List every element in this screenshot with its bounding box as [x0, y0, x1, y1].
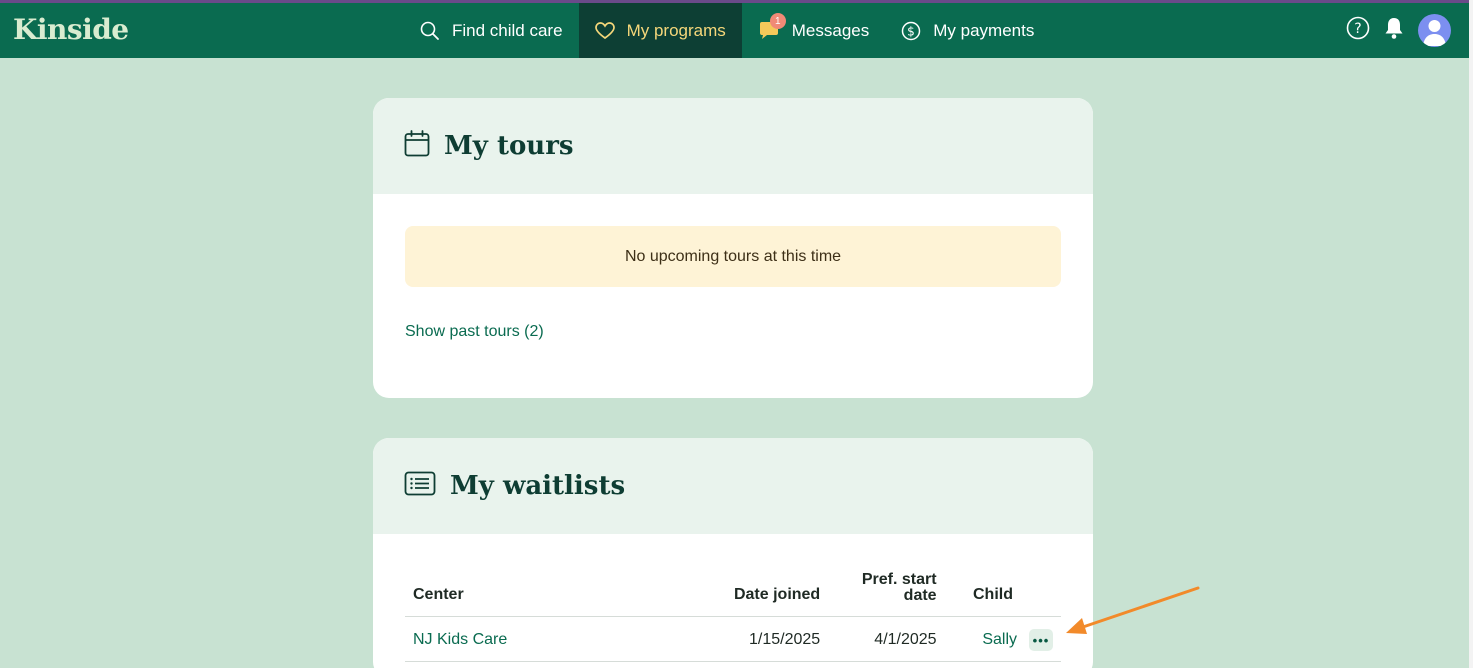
- my-tours-header: My tours: [373, 98, 1093, 194]
- nav-find-child-care[interactable]: Find child care: [404, 3, 579, 58]
- more-options-button[interactable]: •••: [1029, 629, 1053, 651]
- child-cell: Sally •••: [944, 616, 1061, 662]
- my-tours-title: My tours: [444, 131, 574, 161]
- dollar-icon: $: [901, 21, 921, 41]
- column-pref-start-date: Pref. start date: [828, 572, 945, 617]
- top-right-icons: ?: [1346, 14, 1451, 47]
- date-joined-cell: 1/15/2025: [701, 616, 829, 662]
- bell-icon[interactable]: [1383, 16, 1405, 45]
- nav-label: My payments: [933, 20, 1035, 40]
- calendar-icon: [404, 130, 430, 162]
- column-date-joined: Date joined: [701, 572, 829, 617]
- window-right-edge: [1469, 0, 1473, 668]
- svg-text:?: ?: [1354, 21, 1361, 37]
- pref-start-cell: 4/1/2025: [828, 616, 945, 662]
- search-icon: [420, 21, 440, 41]
- table-row: NJ Kids Care 1/15/2025 4/1/2025 Sally •••: [405, 616, 1061, 662]
- nav-label: My programs: [626, 20, 726, 40]
- svg-text:$: $: [907, 24, 915, 38]
- nav-my-programs[interactable]: My programs: [578, 3, 742, 58]
- center-link[interactable]: NJ Kids Care: [405, 616, 702, 662]
- help-icon[interactable]: ?: [1346, 16, 1370, 45]
- annotation-arrow-icon: [1066, 586, 1200, 634]
- messages-badge: 1: [769, 13, 786, 29]
- column-child: Child: [944, 572, 1061, 617]
- kinside-logo[interactable]: Kinside: [13, 13, 129, 46]
- avatar[interactable]: [1418, 14, 1451, 47]
- waitlists-table: Center Date joined Pref. start date Chil…: [405, 572, 1061, 662]
- top-navigation-bar: Kinside Find child care My programs 1 Me…: [0, 3, 1469, 58]
- nav-label: Find child care: [452, 20, 563, 40]
- no-tours-notice: No upcoming tours at this time: [405, 226, 1061, 287]
- my-waitlists-header: My waitlists: [373, 438, 1093, 534]
- my-waitlists-title: My waitlists: [450, 471, 626, 501]
- list-icon: [404, 471, 436, 502]
- heart-icon: [594, 21, 615, 40]
- column-center: Center: [405, 572, 702, 617]
- nav-label: Messages: [791, 20, 870, 40]
- nav-messages[interactable]: 1 Messages: [742, 3, 885, 58]
- child-link[interactable]: Sally: [982, 631, 1017, 648]
- show-past-tours-link[interactable]: Show past tours (2): [405, 323, 544, 341]
- main-nav: Find child care My programs 1 Messages $…: [404, 3, 1050, 58]
- my-waitlists-card: My waitlists Center Date joined Pref. st…: [373, 438, 1093, 668]
- nav-my-payments[interactable]: $ My payments: [885, 3, 1050, 58]
- table-header-row: Center Date joined Pref. start date Chil…: [405, 572, 1061, 617]
- my-tours-card: My tours No upcoming tours at this time …: [373, 98, 1093, 398]
